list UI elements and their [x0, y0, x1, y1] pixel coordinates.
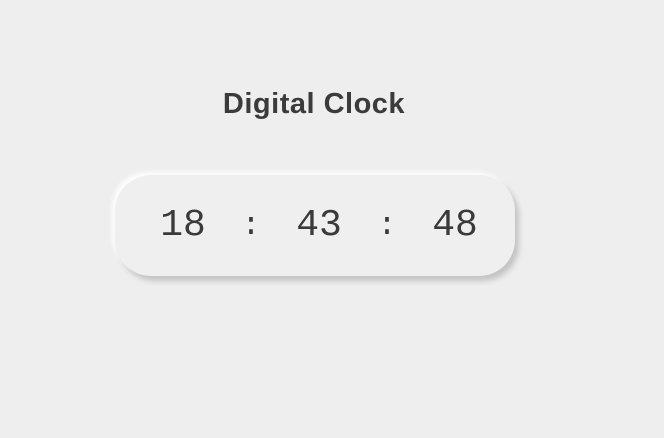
clock-separator: : [377, 207, 397, 244]
clock-display: 18 : 43 : 48 [115, 175, 515, 276]
clock-separator: : [241, 207, 261, 244]
clock-hours: 18 [160, 204, 206, 247]
clock-minutes: 43 [296, 204, 342, 247]
page-title: Digital Clock [222, 88, 406, 120]
clock-seconds: 48 [432, 204, 478, 247]
